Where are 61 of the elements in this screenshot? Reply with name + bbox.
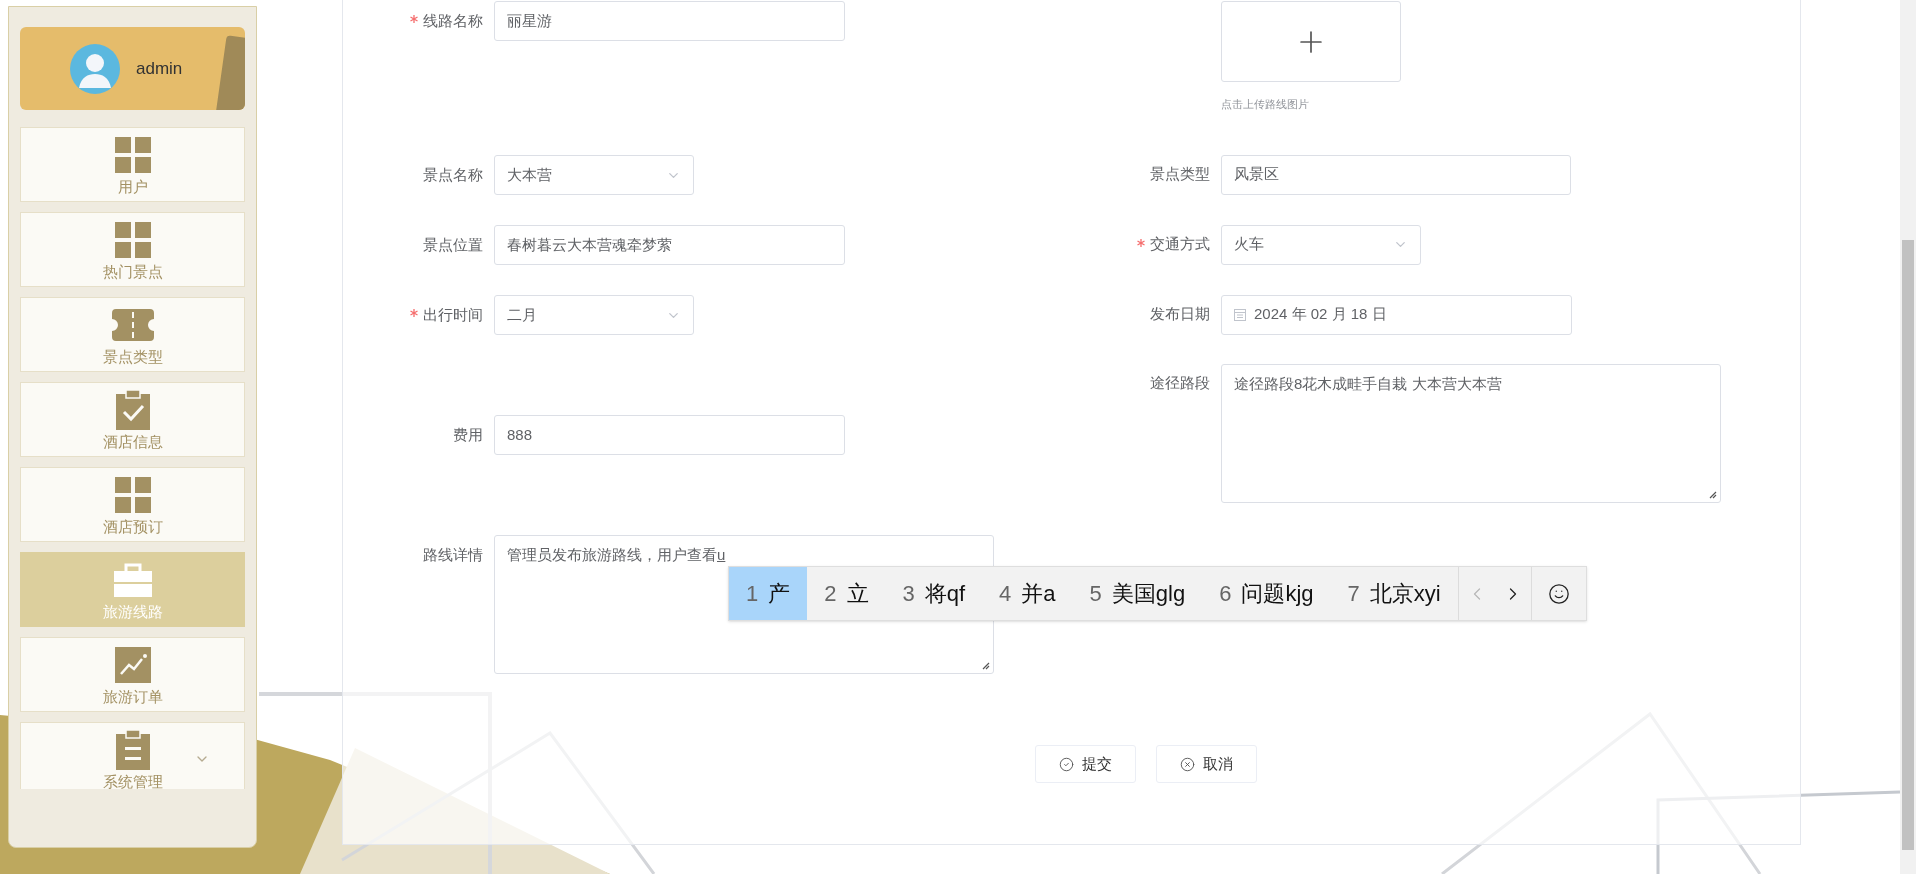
user-name: admin bbox=[136, 57, 183, 80]
calendar-icon bbox=[1234, 308, 1246, 321]
avatar-icon bbox=[70, 43, 120, 94]
candidate-number: 7 bbox=[1347, 580, 1360, 608]
resize-handle-icon[interactable] bbox=[982, 662, 990, 670]
cancel-button[interactable]: 取消 bbox=[1156, 745, 1257, 783]
candidate-number: 6 bbox=[1219, 580, 1232, 608]
candidate-number: 5 bbox=[1089, 580, 1102, 608]
field-label: 出行时间 bbox=[423, 304, 483, 325]
select-field[interactable]: 大本营 bbox=[494, 155, 694, 195]
select-field[interactable]: 火车 bbox=[1221, 224, 1421, 265]
upload-box[interactable] bbox=[1221, 1, 1401, 82]
ticket-icon bbox=[111, 309, 154, 341]
field-label: 发布日期 bbox=[1150, 304, 1210, 325]
field-label: 景点名称 bbox=[423, 164, 483, 185]
ime-candidate[interactable]: 5 美国glg bbox=[1072, 567, 1203, 620]
upload-caption: 点击上传路线图片 bbox=[1221, 97, 1310, 112]
candidate-text: 美国glg bbox=[1111, 580, 1186, 608]
field-label: 景点类型 bbox=[1150, 164, 1210, 185]
grid-icon bbox=[114, 222, 151, 258]
clipboard-check-icon bbox=[115, 390, 150, 430]
textarea-field[interactable]: 途径路段8花木成畦手自栽 大本营大本营 bbox=[1221, 363, 1721, 503]
text-field[interactable]: 春树暮云大本营魂牵梦萦 bbox=[494, 225, 845, 265]
emoji-icon[interactable] bbox=[1547, 582, 1570, 605]
candidate-number: 1 bbox=[746, 580, 759, 608]
scrollbar-thumb[interactable] bbox=[1902, 240, 1914, 850]
candidate-text: 将qf bbox=[924, 580, 966, 608]
field-label: 景点位置 bbox=[423, 234, 483, 255]
ime-candidate[interactable]: 6 问题kjg bbox=[1202, 567, 1331, 620]
ime-candidate[interactable]: 3 将qf bbox=[885, 567, 983, 620]
candidate-text: 问题kjg bbox=[1241, 580, 1314, 608]
grid-icon bbox=[114, 477, 151, 513]
field-label: 路线详情 bbox=[423, 544, 483, 565]
close-circle-icon bbox=[1180, 756, 1195, 772]
clipboard-icon bbox=[115, 730, 150, 770]
candidate-number: 4 bbox=[999, 580, 1012, 608]
candidate-text: 北京xyi bbox=[1369, 580, 1441, 608]
select-field[interactable]: 二月 bbox=[494, 295, 694, 335]
submit-button[interactable]: 提交 bbox=[1035, 745, 1136, 783]
ime-candidate[interactable]: 2 立 bbox=[807, 567, 886, 620]
candidate-number: 3 bbox=[902, 580, 915, 608]
field-label: 费用 bbox=[453, 424, 483, 445]
field-label: 交通方式 bbox=[1150, 234, 1210, 255]
briefcase-icon bbox=[113, 563, 152, 597]
field-label: 线路名称 bbox=[423, 10, 483, 31]
chart-icon bbox=[114, 647, 151, 683]
candidate-number: 2 bbox=[824, 580, 837, 608]
check-circle-icon bbox=[1059, 756, 1074, 772]
candidate-text: 产 bbox=[768, 580, 791, 608]
candidate-text: 并a bbox=[1021, 580, 1056, 608]
ime-candidate[interactable]: 7 北京xyi bbox=[1330, 567, 1458, 620]
resize-handle-icon[interactable] bbox=[1709, 490, 1717, 499]
candidate-text: 立 bbox=[846, 580, 869, 608]
ime-candidate[interactable]: 1 产 bbox=[729, 567, 808, 620]
text-field[interactable]: 888 bbox=[494, 415, 845, 455]
text-field[interactable]: 丽星游 bbox=[494, 1, 845, 41]
date-field[interactable]: 2024 年 02 月 18 日 bbox=[1221, 294, 1572, 335]
text-field[interactable]: 风景区 bbox=[1221, 154, 1571, 195]
field-label: 途径路段 bbox=[1150, 373, 1210, 394]
scrollbar[interactable] bbox=[1900, 0, 1916, 874]
grid-icon bbox=[114, 137, 151, 173]
